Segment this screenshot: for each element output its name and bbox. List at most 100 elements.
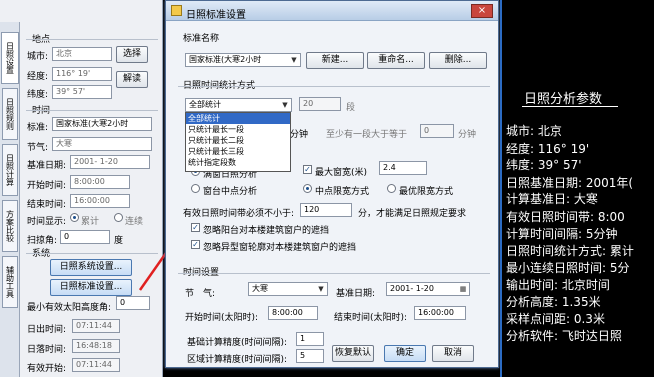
sunset-field: 16:48:18 [72,339,120,353]
start-time-label: 开始时间: [27,181,67,191]
calendar-icon[interactable]: ▦ [458,284,468,294]
display-continuous-radio[interactable] [114,213,123,222]
max-width-field[interactable]: 2.4 [379,161,427,175]
best-limit-label: 最优限宽方式 [399,187,454,197]
tab-sunlight-rules[interactable]: 日照规则 [2,88,18,140]
location-divider [26,39,158,40]
min-height-field[interactable]: 0 [116,296,150,310]
analysis-params-panel: 日照分析参数 城市: 北京 经度: 116° 19' 纬度: 39° 57' 日… [500,0,654,377]
standard-label: 标准: [27,123,49,133]
ok-button[interactable]: 确定 [384,345,426,362]
sunlight-standard-settings-button[interactable]: 日照标准设置... [50,279,132,296]
base-date-value: 2001- 1-20 [390,284,434,293]
sill-center-radio[interactable] [191,184,200,193]
stat-option-longest-one[interactable]: 只统计最长一段 [186,124,290,135]
delete-standard-button[interactable]: 删除... [429,52,487,69]
display-cumulative-radio[interactable] [70,213,79,222]
close-button[interactable]: × [471,4,493,18]
base-date-label: 基准日期: [27,161,67,171]
ignore-irregular-checkbox[interactable]: ✓ [191,240,200,249]
time-display-label: 时间显示: [27,217,67,227]
valid-band-suffix: 分，才能满足日照规定要求 [358,209,467,219]
scan-angle-field[interactable]: 0 [60,230,110,244]
end-time-field[interactable]: 16:00:00 [70,194,130,208]
max-width-label: 最大窗宽(米) [315,168,368,178]
param-line: 分析软件: 飞时达日照 [506,329,622,343]
stat-method-select[interactable]: 全部统计 ▼ [185,98,292,112]
ignore-irregular-label: 忽略异型窗轮廓对本楼建筑窗户的遮挡 [203,243,357,253]
stat-option-all[interactable]: 全部统计 [186,113,290,124]
valid-band-field[interactable]: 120 [300,203,352,217]
std-name-select[interactable]: 国家标准(大寒2小时 ▼ [185,53,301,67]
start-time-label: 开始时间(太阳时): [185,313,259,323]
base-date-field[interactable]: 2001- 1-20 [70,155,150,169]
param-line: 经度: 116° 19' [506,142,590,156]
param-line: 计算基准日: 大寒 [506,192,598,206]
city-label: 城市: [27,52,49,62]
params-title: 日照分析参数 [524,92,603,107]
param-line: 最小连续日照时间: 5分 [506,261,630,275]
std-name-value: 国家标准(大寒2小时 [189,55,262,64]
base-date-field[interactable]: 2001- 1-20 ▦ [386,282,470,296]
param-line: 有效日照时间带: 8:00 [506,210,625,224]
chevron-down-icon: ▼ [291,56,297,64]
param-line: 纬度: 39° 57' [506,158,582,172]
stat-option-longest-three[interactable]: 只统计最长三段 [186,146,290,157]
base-precision-label: 基础计算精度(时间间隔): [187,338,288,348]
best-limit-radio[interactable] [387,184,396,193]
stat-method-dropdown: 全部统计 只统计最长一段 只统计最长二段 只统计最长三段 统计指定段数 [185,112,291,172]
select-city-button[interactable]: 选择 [116,46,148,63]
start-time-field[interactable]: 8:00:00 [268,306,318,320]
segment-count-field[interactable]: 20 [299,97,341,111]
segment-unit: 段 [346,103,356,113]
term-value: 大寒 [252,284,268,293]
min-segment-label: 至少有一段大于等于 [326,130,408,140]
min-height-label: 最小有效太阳高度角: [27,303,112,313]
min-segment-field[interactable]: 0 [420,124,454,138]
ignore-balcony-label: 忽略阳台对本楼建筑窗户的遮挡 [203,226,330,236]
time-settings-divider [178,273,490,274]
new-standard-button[interactable]: 新建... [306,52,364,69]
minutes-unit: 分钟 [290,130,309,140]
base-precision-field[interactable]: 1 [296,332,324,346]
sunlight-standard-dialog: 日照标准设置 × 标准名称 国家标准(大寒2小时 ▼ 新建... 重命名... … [165,0,499,368]
param-line: 采样点间距: 0.3米 [506,312,605,326]
valid-start-label: 有效开始: [27,364,67,374]
start-time-field[interactable]: 8:00:00 [70,175,130,189]
center-limit-label: 中点限宽方式 [315,187,370,197]
rename-standard-button[interactable]: 重命名... [367,52,425,69]
stat-option-longest-two[interactable]: 只统计最长二段 [186,135,290,146]
param-line: 计算时间间隔: 5分钟 [506,227,618,241]
tab-aux-tools[interactable]: 辅助工具 [2,256,18,308]
end-time-field[interactable]: 16:00:00 [414,306,466,320]
term-select[interactable]: 大寒 [52,137,152,151]
latitude-field[interactable]: 39° 57' [52,85,112,99]
city-field[interactable]: 北京 [52,47,112,61]
stat-divider [178,86,490,87]
sunlight-system-settings-button[interactable]: 日照系统设置... [50,259,132,276]
center-limit-radio[interactable] [303,184,312,193]
title-underline [522,106,618,107]
reset-default-button[interactable]: 恢复默认 [332,345,374,362]
tab-sunlight-calc[interactable]: 日照计算 [2,144,18,196]
cancel-button[interactable]: 取消 [432,345,474,362]
stat-option-specified[interactable]: 统计指定段数 [186,157,290,168]
longitude-field[interactable]: 116° 19' [52,67,112,81]
chevron-down-icon: ▼ [282,101,288,109]
time-divider [26,110,158,111]
standard-select[interactable]: 国家标准(大寒2小时 [52,117,152,131]
valid-band-label: 有效日照时间带必须不小于: [183,209,295,219]
ignore-balcony-checkbox[interactable]: ✓ [191,223,200,232]
region-precision-field[interactable]: 5 [296,349,324,363]
dialog-title: 日照标准设置 [186,10,246,21]
tab-plan-compare[interactable]: 方案比较 [2,200,18,252]
parse-button[interactable]: 解读 [116,71,148,88]
param-line: 城市: 北京 [506,124,562,138]
chevron-down-icon: ▼ [318,285,324,293]
time-settings-header: 时间设置 [183,268,220,278]
tab-sunlight-settings[interactable]: 日照设置 [1,32,19,84]
dialog-title-bar[interactable]: 日照标准设置 × [166,1,498,21]
term-select[interactable]: 大寒 ▼ [248,282,328,296]
max-width-checkbox[interactable]: ✓ [303,165,312,174]
scan-angle-unit: 度 [114,236,124,246]
